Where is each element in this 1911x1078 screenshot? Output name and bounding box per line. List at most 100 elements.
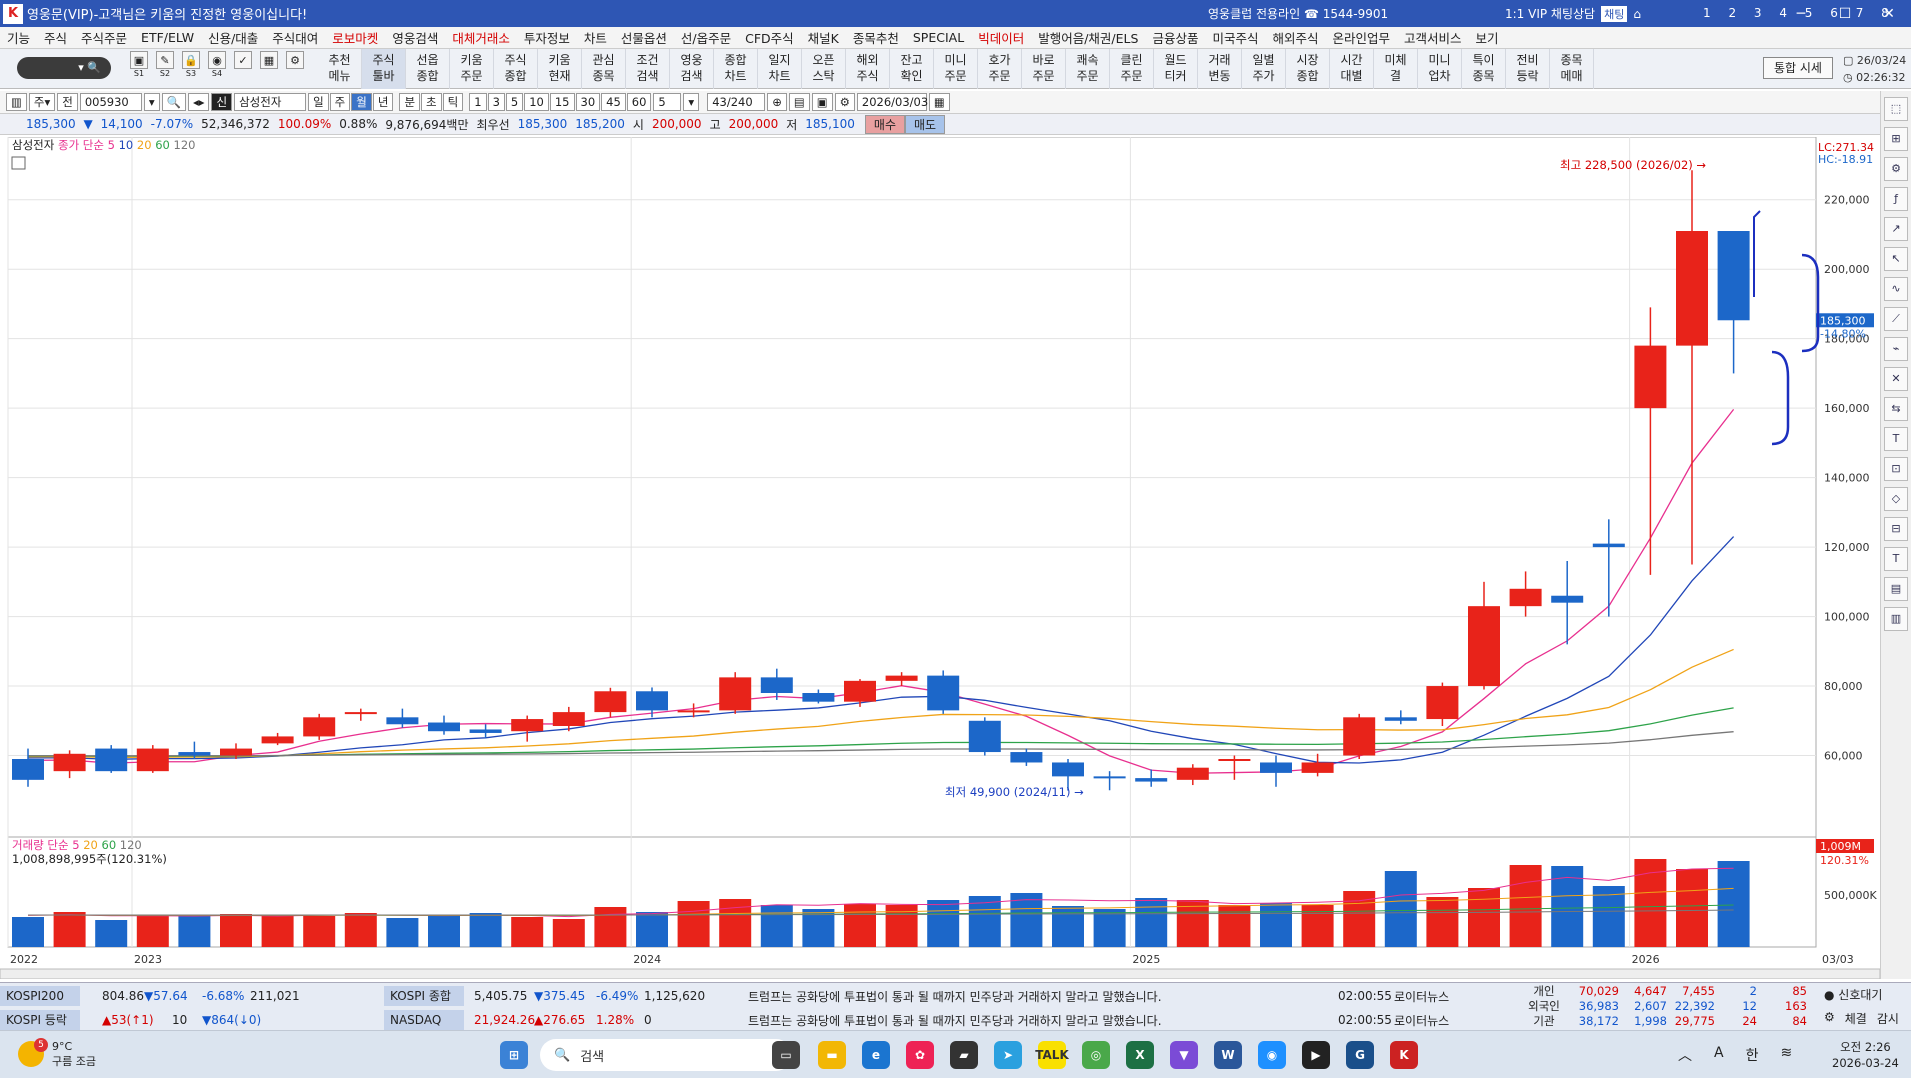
tab-watch[interactable]: 감시: [1877, 1010, 1899, 1027]
toolbar-button[interactable]: 일지 차트: [758, 49, 802, 89]
quick-tool[interactable]: ⚙: [283, 51, 307, 85]
menu-item[interactable]: 로보마켓: [325, 28, 385, 47]
menu-item[interactable]: 해외주식: [1265, 28, 1325, 47]
menu-item[interactable]: 고객서비스: [1397, 28, 1469, 47]
toolbar-button[interactable]: 클린 주문: [1110, 49, 1154, 89]
capture-icon[interactable]: ◉: [1258, 1041, 1286, 1069]
market-select[interactable]: 주▾: [28, 93, 56, 111]
signal-status[interactable]: ● 신호대기: [1824, 986, 1882, 1003]
stock-code-input[interactable]: 005930: [79, 93, 142, 111]
chart-tool-icon[interactable]: ⟋: [1884, 307, 1908, 331]
ime-mode[interactable]: 한: [1746, 1045, 1759, 1065]
save-icon[interactable]: ▣: [811, 93, 833, 111]
menu-item[interactable]: 기능: [0, 28, 37, 47]
interval-count-input[interactable]: 5: [653, 93, 682, 111]
toolbar-button[interactable]: 바로 주문: [1022, 49, 1066, 89]
index-label[interactable]: KOSPI 종합: [384, 986, 464, 1006]
chart-tool-icon[interactable]: ∿: [1884, 277, 1908, 301]
menu-item[interactable]: 발행어음/채권/ELS: [1031, 28, 1145, 47]
toolbar-button[interactable]: 특이 종목: [1462, 49, 1506, 89]
task-view-icon[interactable]: ▭: [772, 1041, 800, 1069]
minimize-button[interactable]: ─: [1779, 0, 1823, 27]
quick-slot[interactable]: ✎ S2: [153, 51, 177, 85]
chart-tool-icon[interactable]: ƒ: [1884, 187, 1908, 211]
toolbar-button[interactable]: 키움 현재: [538, 49, 582, 89]
chart-tool-icon[interactable]: ⌁: [1884, 337, 1908, 361]
app-icon[interactable]: ✿: [906, 1041, 934, 1069]
toolbar-button[interactable]: 해외 주식: [846, 49, 890, 89]
toolbar-button[interactable]: 시장 종합: [1286, 49, 1330, 89]
menu-item[interactable]: 종목추천: [846, 28, 906, 47]
menu-item[interactable]: 채널K: [801, 28, 846, 47]
integrated-quote-button[interactable]: 통합 시세: [1763, 57, 1833, 79]
menu-item[interactable]: 선/옵주문: [674, 28, 738, 47]
toolbar-button[interactable]: 주식 툴바: [362, 49, 406, 89]
chart-tool-icon[interactable]: ✕: [1884, 367, 1908, 391]
interval-dropdown-icon[interactable]: ▾: [683, 93, 700, 111]
period-tab[interactable]: 3: [487, 93, 505, 111]
g-app-icon[interactable]: G: [1346, 1041, 1374, 1069]
notes-icon[interactable]: ▰: [950, 1041, 978, 1069]
crosshair-icon[interactable]: ⊕: [767, 93, 787, 111]
calendar-icon[interactable]: ▦: [928, 93, 950, 111]
menu-item[interactable]: 신용/대출: [201, 28, 265, 47]
news-source[interactable]: 로이터뉴스: [1390, 1012, 1470, 1029]
toolbar-button[interactable]: 키움 주문: [450, 49, 494, 89]
toolbar-button[interactable]: 조건 검색: [626, 49, 670, 89]
menu-item[interactable]: SPECIAL: [906, 30, 971, 45]
period-tab[interactable]: 15: [549, 93, 575, 111]
chat-badge[interactable]: 채팅: [1601, 5, 1628, 22]
chart-tool-icon[interactable]: T: [1884, 547, 1908, 571]
toolbar-button[interactable]: 오픈 스탁: [802, 49, 846, 89]
taskbar-clock[interactable]: 오전 2:26 2026-03-24: [1832, 1039, 1899, 1071]
news-source[interactable]: 로이터뉴스: [1390, 988, 1470, 1005]
edge-icon[interactable]: e: [862, 1041, 890, 1069]
period-tab[interactable]: 5: [505, 93, 524, 111]
chart-type-icon[interactable]: ▥: [6, 93, 27, 111]
windows-start-icon[interactable]: ⊞: [500, 1041, 528, 1069]
period-tab[interactable]: 1: [469, 93, 487, 111]
menu-item[interactable]: 금융상품: [1145, 28, 1205, 47]
wifi-icon[interactable]: ≋: [1780, 1045, 1792, 1065]
toolbar-button[interactable]: 호가 주문: [978, 49, 1022, 89]
candlestick-chart[interactable]: 220,000200,000180,000160,000140,000120,0…: [0, 136, 1881, 980]
menu-item[interactable]: ETF/ELW: [134, 30, 201, 45]
toolbar-button[interactable]: 미니 업차: [1418, 49, 1462, 89]
period-tab[interactable]: 틱: [442, 93, 464, 111]
toolbar-button[interactable]: 쾌속 주문: [1066, 49, 1110, 89]
maximize-button[interactable]: ☐: [1823, 0, 1867, 27]
quick-tool[interactable]: ▦: [257, 51, 281, 85]
period-tab[interactable]: 주: [329, 93, 351, 111]
menu-item[interactable]: 대체거래소: [445, 28, 517, 47]
period-tab[interactable]: 일: [308, 93, 329, 111]
menu-item[interactable]: 차트: [577, 28, 614, 47]
menu-item[interactable]: 주식주문: [74, 28, 134, 47]
taskbar-search[interactable]: 🔍 검색: [540, 1039, 792, 1071]
toolbar-button[interactable]: 일별 주가: [1242, 49, 1286, 89]
period-tab[interactable]: 45: [601, 93, 626, 111]
toolbar-button[interactable]: 미니 주문: [934, 49, 978, 89]
quick-slot[interactable]: ▣ S1: [127, 51, 151, 85]
menu-item[interactable]: 영웅검색: [385, 28, 445, 47]
period-tab[interactable]: 60: [626, 93, 652, 111]
fold-icon[interactable]: ▤: [788, 93, 810, 111]
telegram-icon[interactable]: ➤: [994, 1041, 1022, 1069]
index-label[interactable]: KOSPI200: [0, 986, 80, 1006]
chart-tool-icon[interactable]: T: [1884, 427, 1908, 451]
chart-date-input[interactable]: 2026/03/03: [856, 93, 928, 111]
chart-tool-icon[interactable]: ◇: [1884, 487, 1908, 511]
kiwoom-icon[interactable]: K: [1390, 1041, 1418, 1069]
toolbar-button[interactable]: 선옵 종합: [406, 49, 450, 89]
toolbar-button[interactable]: 종합 차트: [714, 49, 758, 89]
toolbar-button[interactable]: 시간 대별: [1330, 49, 1374, 89]
chat-consult[interactable]: 1:1 VIP 채팅상담 채팅 ⌂: [1505, 0, 1641, 27]
period-tab[interactable]: 10: [524, 93, 549, 111]
chart-tool-icon[interactable]: ⇆: [1884, 397, 1908, 421]
word-icon[interactable]: W: [1214, 1041, 1242, 1069]
toolbar-button[interactable]: 영웅 검색: [670, 49, 714, 89]
tab-fill[interactable]: 체결: [1845, 1010, 1867, 1027]
menu-item[interactable]: 투자정보: [517, 28, 577, 47]
chart-tool-icon[interactable]: ↗: [1884, 217, 1908, 241]
toolbar-button[interactable]: 거래 변동: [1198, 49, 1242, 89]
stock-name[interactable]: 삼성전자: [234, 93, 307, 111]
